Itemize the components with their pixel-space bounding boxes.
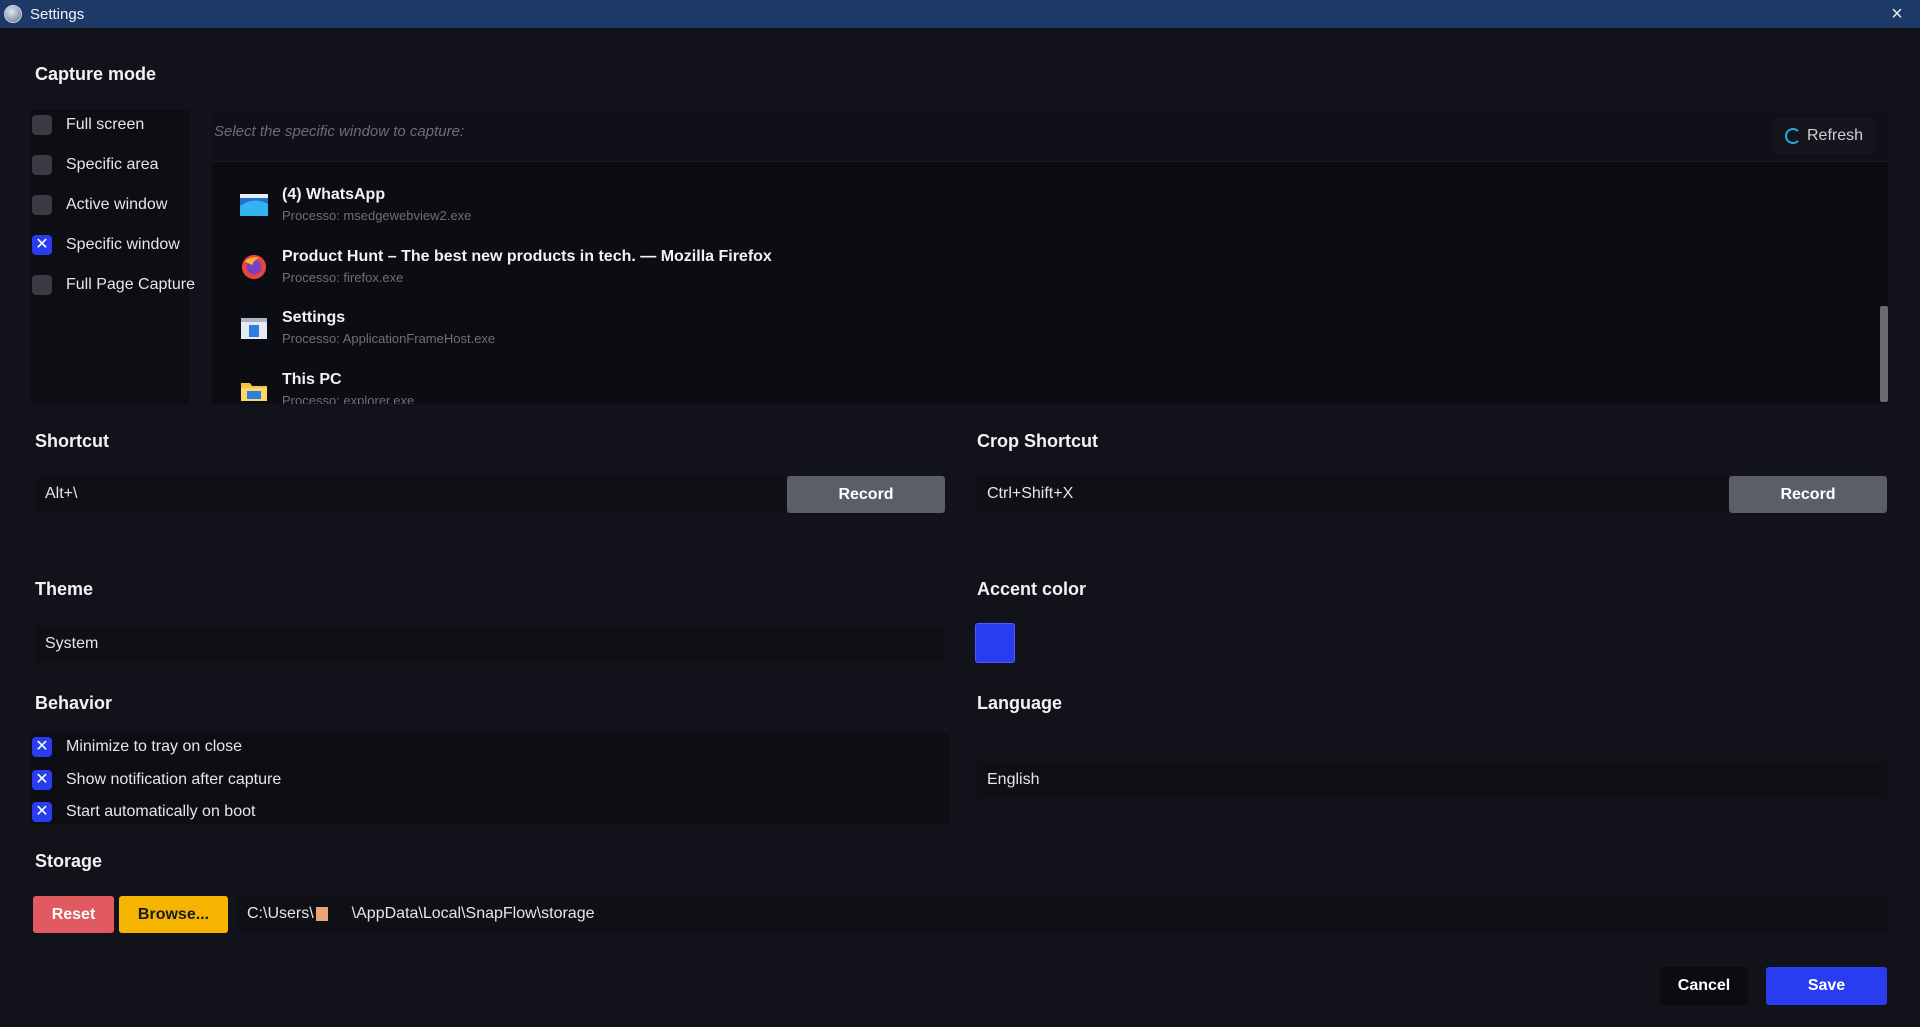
window-item-this-pc[interactable]: This PC Processo: explorer.exe	[240, 371, 1840, 404]
window-list-scrollbar-thumb[interactable]	[1880, 306, 1888, 402]
option-label: Specific area	[66, 156, 159, 173]
window-title-label: Product Hunt – The best new products in …	[282, 248, 772, 265]
folder-icon	[241, 383, 267, 401]
option-label: Minimize to tray on close	[66, 738, 243, 755]
app-icon	[4, 5, 22, 23]
radio-full-page-capture[interactable]	[32, 275, 52, 295]
refresh-label: Refresh	[1806, 127, 1864, 144]
close-icon: ×	[1891, 2, 1903, 25]
window-title-label: Settings	[282, 309, 346, 326]
behavior-option-show-notification[interactable]: ✕ Show notification after capture	[32, 768, 281, 792]
shortcut-value: Alt+\	[45, 485, 78, 502]
edge-webview-icon	[240, 194, 268, 216]
crop-shortcut-value: Ctrl+Shift+X	[987, 485, 1074, 502]
close-button[interactable]: ×	[1874, 0, 1920, 28]
capture-option-full-screen[interactable]: Full screen	[32, 113, 144, 137]
theme-heading: Theme	[35, 579, 94, 599]
window-item-settings[interactable]: Settings Processo: ApplicationFrameHost.…	[240, 309, 1840, 357]
language-value: English	[987, 771, 1040, 788]
redaction-mark	[315, 907, 328, 921]
behavior-heading: Behavior	[35, 693, 113, 713]
window-item-whatsapp[interactable]: (4) WhatsApp Processo: msedgewebview2.ex…	[240, 186, 1840, 234]
shortcut-field[interactable]: Alt+\	[35, 476, 785, 512]
behavior-option-minimize-to-tray[interactable]: ✕ Minimize to tray on close	[32, 735, 242, 759]
window-item-firefox[interactable]: Product Hunt – The best new products in …	[240, 248, 1840, 296]
radio-full-screen[interactable]	[32, 115, 52, 135]
crop-shortcut-record-button[interactable]: Record	[1729, 476, 1887, 513]
radio-specific-window[interactable]: ✕	[32, 235, 52, 255]
storage-browse-button[interactable]: Browse...	[119, 896, 228, 933]
capture-option-active-window[interactable]: Active window	[32, 193, 167, 217]
shortcut-heading: Shortcut	[35, 431, 109, 451]
theme-select[interactable]: System	[35, 626, 945, 662]
capture-option-full-page[interactable]: Full Page Capture	[32, 273, 195, 297]
radio-specific-area[interactable]	[32, 155, 52, 175]
option-label: Specific window	[66, 236, 180, 253]
capture-mode-heading: Capture mode	[35, 64, 157, 84]
window-list: Select the specific window to capture: R…	[212, 112, 1888, 404]
cancel-button[interactable]: Cancel	[1660, 967, 1748, 1005]
theme-value: System	[45, 635, 99, 652]
window-picker-placeholder: Select the specific window to capture:	[214, 123, 465, 140]
crop-shortcut-heading: Crop Shortcut	[977, 431, 1098, 451]
window-process-label: Processo: explorer.exe	[282, 393, 415, 404]
option-label: Full screen	[66, 116, 145, 133]
radio-active-window[interactable]	[32, 195, 52, 215]
capture-option-specific-window[interactable]: ✕ Specific window	[32, 233, 180, 257]
shortcut-record-button[interactable]: Record	[787, 476, 945, 513]
firefox-icon	[241, 254, 267, 280]
accent-color-swatch[interactable]	[975, 623, 1015, 663]
storage-heading: Storage	[35, 851, 103, 871]
save-button[interactable]: Save	[1766, 967, 1887, 1005]
title-bar: Settings ×	[0, 0, 1920, 28]
storage-path-suffix: \AppData\Local\SnapFlow\storage	[351, 905, 595, 922]
window-title-label: This PC	[282, 371, 342, 388]
storage-reset-button[interactable]: Reset	[33, 896, 114, 933]
window-process-label: Processo: firefox.exe	[282, 270, 404, 285]
refresh-icon	[1784, 128, 1801, 144]
option-label: Show notification after capture	[66, 771, 282, 788]
app-frame-icon	[241, 318, 267, 339]
language-heading: Language	[977, 693, 1063, 713]
window-title-label: (4) WhatsApp	[282, 186, 386, 203]
refresh-button[interactable]: Refresh	[1772, 118, 1876, 154]
option-label: Start automatically on boot	[66, 803, 256, 820]
option-label: Active window	[66, 196, 168, 213]
accent-color-heading: Accent color	[977, 579, 1087, 599]
capture-option-specific-area[interactable]: Specific area	[32, 153, 159, 177]
behavior-option-start-on-boot[interactable]: ✕ Start automatically on boot	[32, 800, 255, 824]
checkbox-show-notification[interactable]: ✕	[32, 770, 52, 790]
window-list-header: Select the specific window to capture: R…	[212, 112, 1888, 162]
language-select[interactable]: English	[977, 762, 1887, 798]
storage-path-field[interactable]: C:\Users\ \AppData\Local\SnapFlow\storag…	[237, 896, 1887, 932]
storage-path-prefix: C:\Users\	[247, 905, 314, 922]
crop-shortcut-field[interactable]: Ctrl+Shift+X	[977, 476, 1727, 512]
option-label: Full Page Capture	[66, 276, 195, 293]
window-process-label: Processo: msedgewebview2.exe	[282, 208, 472, 223]
checkbox-start-on-boot[interactable]: ✕	[32, 802, 52, 822]
checkbox-minimize-to-tray[interactable]: ✕	[32, 737, 52, 757]
window-title: Settings	[30, 5, 85, 23]
window-process-label: Processo: ApplicationFrameHost.exe	[282, 331, 496, 346]
